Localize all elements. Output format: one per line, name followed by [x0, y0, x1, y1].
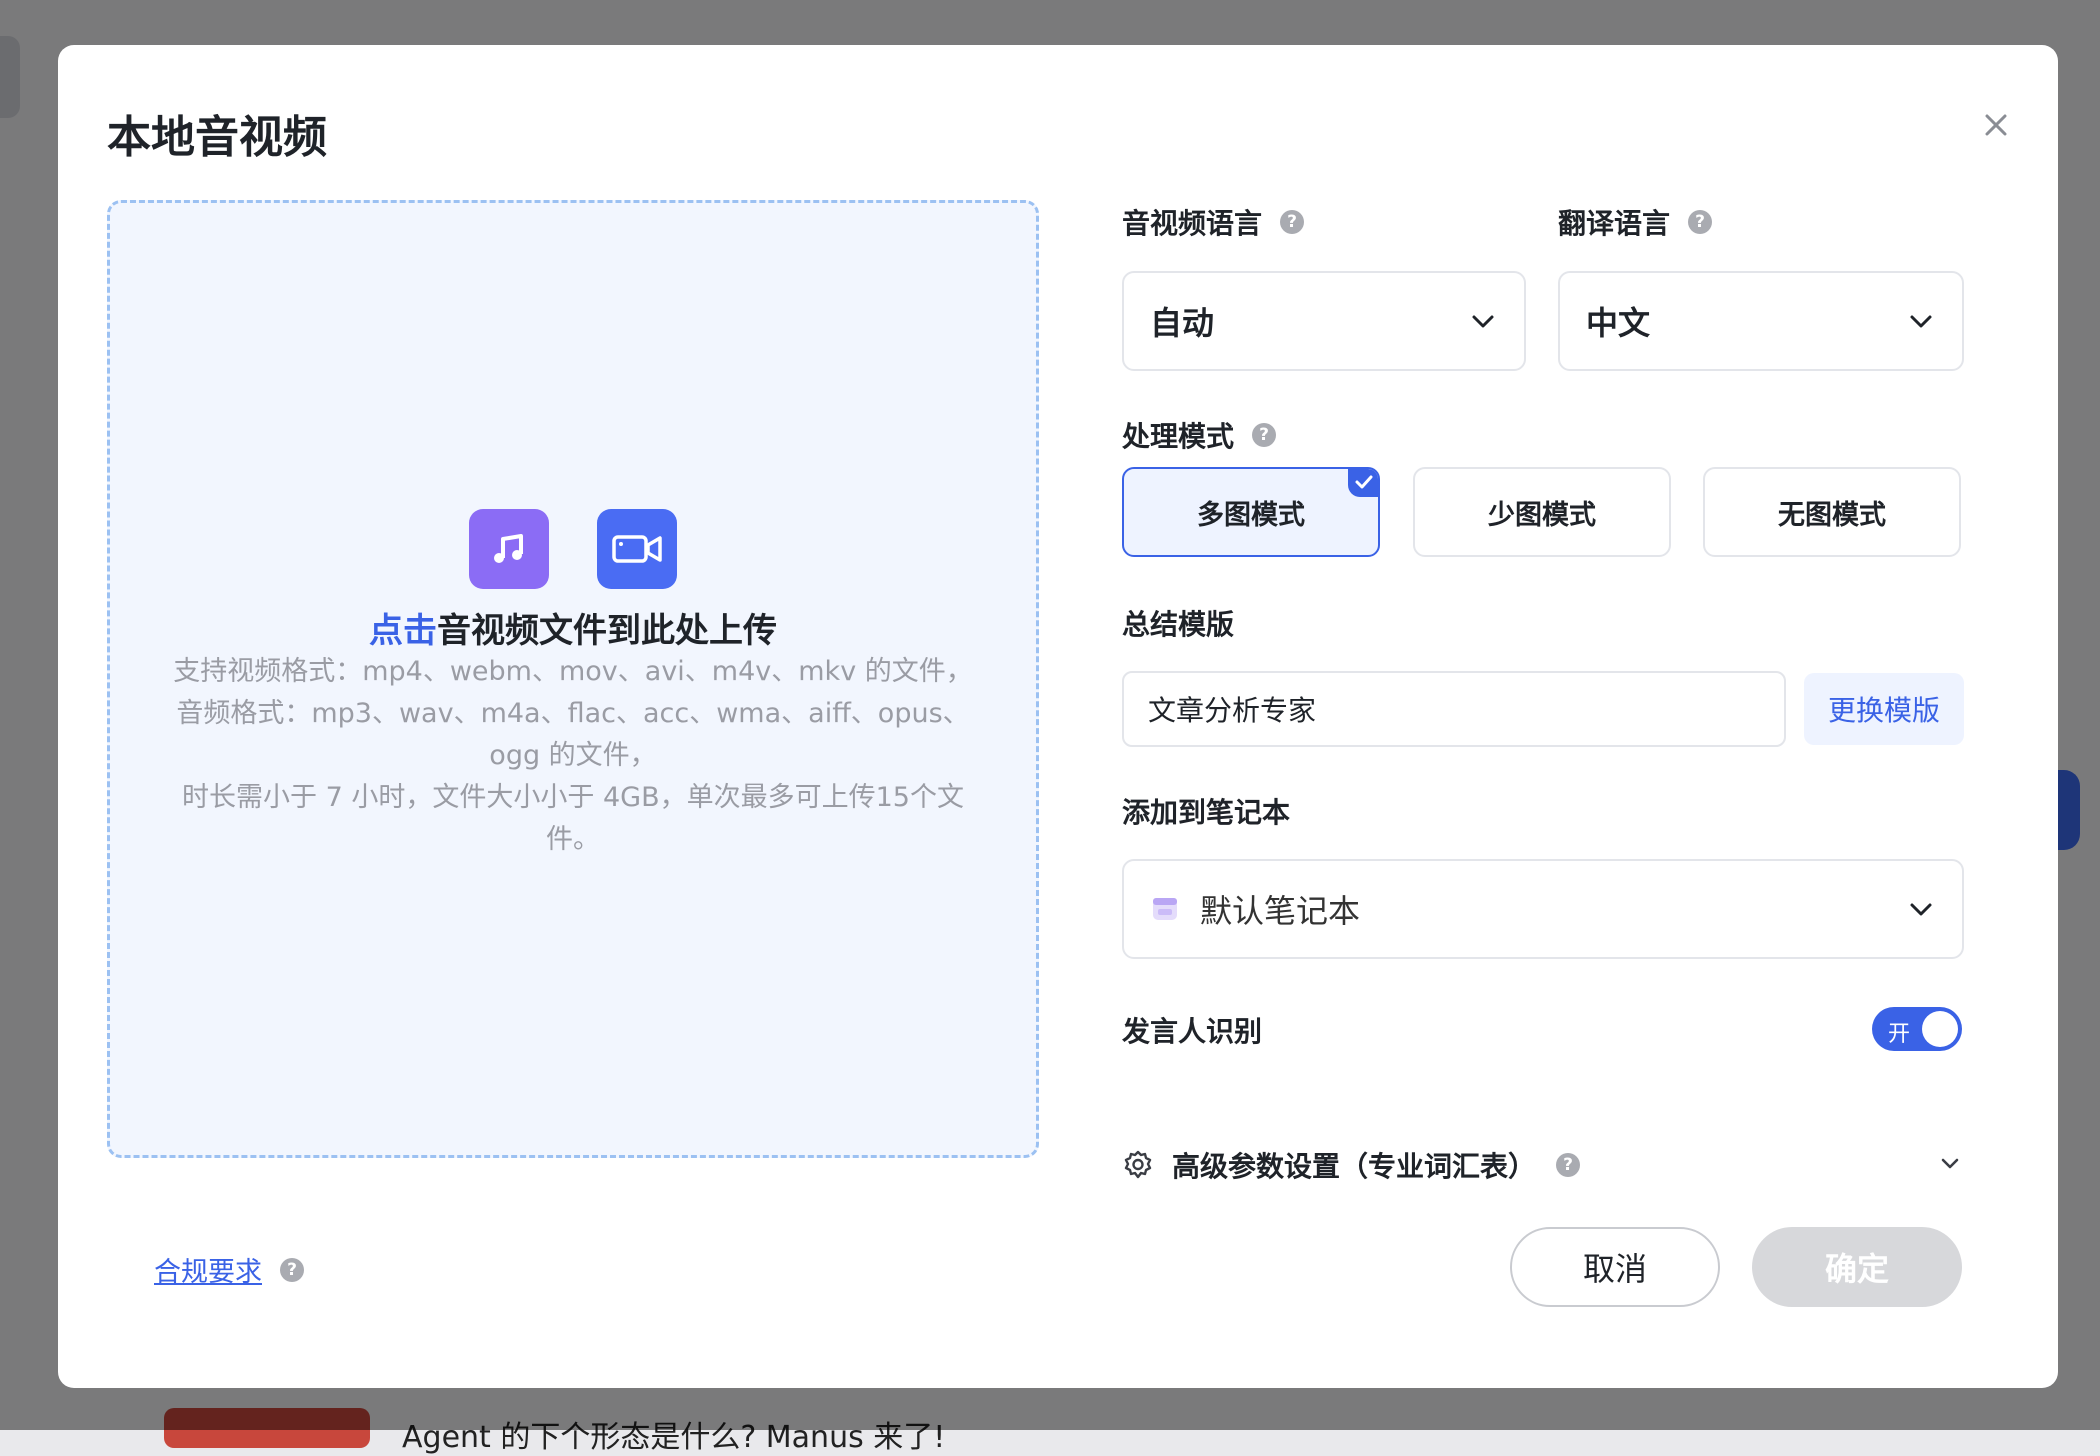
close-icon	[1985, 114, 2007, 136]
notebook-value: 默认笔记本	[1150, 886, 1360, 932]
cancel-button[interactable]: 取消	[1510, 1227, 1720, 1307]
speaker-identification-label-text: 发言人识别	[1122, 1015, 1263, 1048]
mode-option-few-image[interactable]: 少图模式	[1413, 467, 1671, 557]
notebook-select[interactable]: 默认笔记本	[1122, 859, 1964, 959]
mode-option-label: 多图模式	[1197, 499, 1305, 531]
summary-template-field[interactable]: 文章分析专家	[1122, 671, 1786, 747]
chevron-down-icon	[1941, 1158, 1959, 1169]
help-icon[interactable]: ?	[1556, 1153, 1581, 1177]
upload-desc-line: 件。	[546, 824, 600, 855]
audio-language-select[interactable]: 自动	[1122, 271, 1526, 371]
music-icon	[469, 509, 549, 589]
processing-mode-label-text: 处理模式	[1122, 420, 1235, 453]
upload-desc-line: 时长需小于 7 小时，文件大小小于 4GB，单次最多可上传15个文	[182, 782, 964, 813]
chevron-down-icon	[1910, 903, 1932, 916]
upload-desc-line: ogg 的文件，	[489, 740, 657, 771]
summary-template-label-text: 总结模版	[1122, 608, 1235, 641]
upload-desc-line: 音频格式：mp3、wav、m4a、flac、acc、wma、aiff、opus、	[176, 698, 970, 729]
translate-language-label-text: 翻译语言	[1558, 207, 1671, 240]
dialog-title: 本地音视频	[107, 112, 327, 163]
upload-title-text: 音视频文件到此处上传	[437, 611, 777, 651]
speaker-identification-toggle[interactable]: 开	[1872, 1007, 1962, 1051]
audio-language-label-text: 音视频语言	[1122, 207, 1263, 240]
notebook-label: 添加到笔记本	[1122, 791, 1290, 831]
notebook-value-text: 默认笔记本	[1200, 892, 1361, 930]
advanced-settings-row[interactable]: 高级参数设置（专业词汇表） ?	[1122, 1145, 1964, 1185]
audio-language-value: 自动	[1150, 304, 1215, 342]
confirm-button[interactable]: 确定	[1752, 1227, 1962, 1307]
audio-language-label: 音视频语言 ?	[1122, 202, 1305, 242]
compliance-row: 合规要求 ?	[154, 1250, 304, 1289]
translate-language-label: 翻译语言 ?	[1558, 202, 1713, 242]
mode-option-label: 无图模式	[1778, 499, 1886, 531]
compliance-link[interactable]: 合规要求	[154, 1250, 262, 1289]
processing-mode-label: 处理模式 ?	[1122, 415, 1277, 455]
help-icon[interactable]: ?	[1280, 210, 1305, 234]
change-template-button[interactable]: 更换模版	[1804, 673, 1964, 745]
chevron-down-icon	[1472, 315, 1494, 328]
mode-option-label: 少图模式	[1488, 499, 1596, 531]
close-button[interactable]	[1976, 105, 2016, 145]
mode-option-no-image[interactable]: 无图模式	[1703, 467, 1961, 557]
toggle-on-text: 开	[1888, 1022, 1911, 1047]
upload-click-link[interactable]: 点击	[369, 611, 437, 651]
translate-language-value: 中文	[1586, 304, 1651, 342]
upload-title: 点击音视频文件到此处上传	[110, 603, 1036, 652]
mode-option-multi-image[interactable]: 多图模式	[1122, 467, 1380, 557]
upload-dropzone[interactable]: 点击音视频文件到此处上传 支持视频格式：mp4、webm、mov、avi、m4v…	[107, 200, 1039, 1158]
speaker-identification-label: 发言人识别	[1122, 1010, 1262, 1050]
translate-language-select[interactable]: 中文	[1558, 271, 1964, 371]
notebook-icon	[1153, 898, 1177, 920]
help-icon[interactable]: ?	[280, 1257, 304, 1282]
local-media-dialog: 本地音视频 点击音视频文件到此处上传 支持视频格式：mp4、webm、mov、a…	[58, 45, 2058, 1388]
notebook-label-text: 添加到笔记本	[1122, 796, 1291, 829]
help-icon[interactable]: ?	[1688, 210, 1713, 234]
toggle-knob	[1922, 1011, 1958, 1047]
upload-description: 支持视频格式：mp4、webm、mov、avi、m4v、mkv 的文件， 音频格…	[170, 651, 976, 861]
gear-icon	[1124, 1150, 1152, 1179]
upload-desc-line: 支持视频格式：mp4、webm、mov、avi、m4v、mkv 的文件，	[173, 656, 973, 687]
upload-icons	[110, 509, 1036, 589]
chevron-down-icon	[1910, 315, 1932, 328]
advanced-settings-label: 高级参数设置（专业词汇表）	[1172, 1150, 1537, 1183]
video-camera-icon	[597, 509, 677, 589]
check-icon	[1348, 469, 1378, 497]
summary-template-label: 总结模版	[1122, 603, 1234, 643]
help-icon[interactable]: ?	[1252, 423, 1277, 447]
